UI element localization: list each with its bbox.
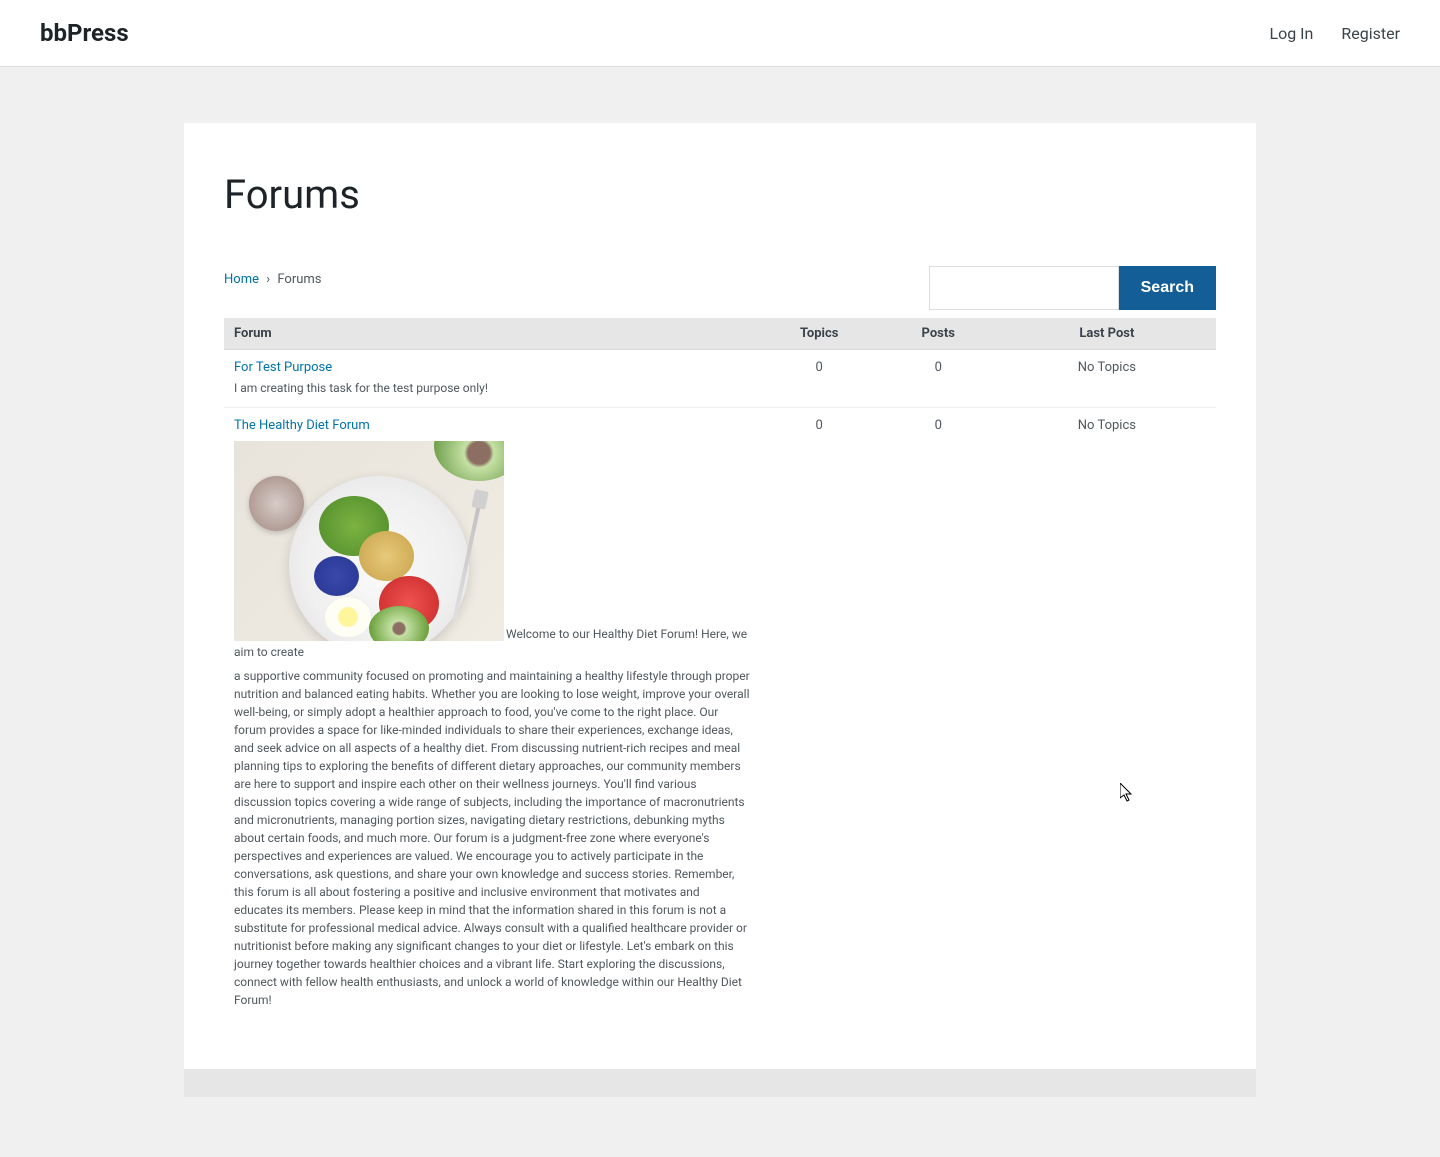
- forum-description: I am creating this task for the test pur…: [234, 379, 750, 397]
- table-row: For Test Purpose I am creating this task…: [224, 350, 1216, 408]
- search-input[interactable]: [929, 266, 1119, 310]
- forum-topics-count: 0: [760, 350, 879, 408]
- header-nav: Log In Register: [1269, 24, 1400, 43]
- forum-image: [234, 441, 504, 641]
- breadcrumb-home[interactable]: Home: [224, 272, 259, 287]
- forum-link[interactable]: For Test Purpose: [234, 360, 332, 375]
- col-header-topics: Topics: [760, 318, 879, 350]
- forum-description-text: a supportive community focused on promot…: [234, 667, 750, 1009]
- top-row: Home › Forums Search: [224, 266, 1216, 310]
- login-link[interactable]: Log In: [1269, 24, 1313, 43]
- forum-link[interactable]: The Healthy Diet Forum: [234, 418, 370, 433]
- forum-description: Welcome to our Healthy Diet Forum! Here,…: [234, 437, 750, 1009]
- site-title-link[interactable]: bbPress: [40, 19, 129, 47]
- forum-last-post: No Topics: [998, 350, 1216, 408]
- col-header-posts: Posts: [879, 318, 998, 350]
- search-button[interactable]: Search: [1119, 266, 1216, 310]
- breadcrumb: Home › Forums: [224, 266, 322, 287]
- page-container: Forums Home › Forums Search Forum Topics…: [184, 123, 1256, 1097]
- table-footer-strip: [184, 1069, 1256, 1097]
- forum-posts-count: 0: [879, 350, 998, 408]
- forums-table: Forum Topics Posts Last Post For Test Pu…: [224, 318, 1216, 1019]
- forum-posts-count: 0: [879, 408, 998, 1020]
- breadcrumb-current: Forums: [277, 272, 321, 287]
- page-title: Forums: [224, 171, 1216, 218]
- register-link[interactable]: Register: [1341, 24, 1400, 43]
- breadcrumb-separator: ›: [266, 272, 270, 287]
- search-form: Search: [929, 266, 1216, 310]
- site-title: bbPress: [40, 19, 129, 47]
- site-header: bbPress Log In Register: [0, 0, 1440, 67]
- col-header-forum: Forum: [224, 318, 760, 350]
- col-header-last-post: Last Post: [998, 318, 1216, 350]
- table-row: The Healthy Diet Forum: [224, 408, 1216, 1020]
- forum-last-post: No Topics: [998, 408, 1216, 1020]
- forum-topics-count: 0: [760, 408, 879, 1020]
